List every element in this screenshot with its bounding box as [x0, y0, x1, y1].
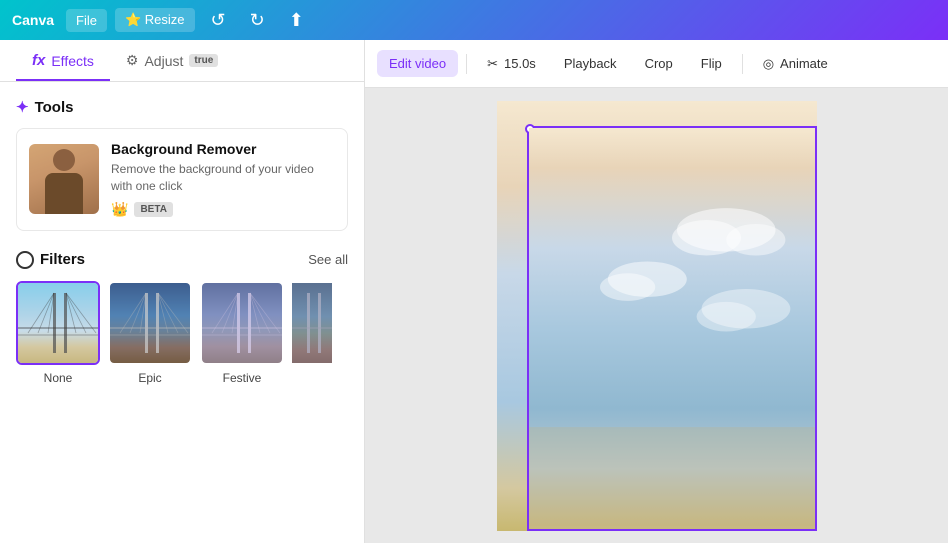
see-all-link[interactable]: See all	[308, 252, 348, 267]
filter-thumb-epic[interactable]	[108, 281, 192, 365]
undo-button[interactable]: ↺	[203, 6, 234, 35]
filters-header: Filters See all	[16, 251, 348, 269]
background-remover-info: Background Remover Remove the background…	[111, 141, 335, 218]
beta-tag: BETA	[134, 202, 172, 217]
filter-thumb-none[interactable]	[16, 281, 100, 365]
tab-adjust[interactable]: ⚙ Adjust true	[110, 40, 234, 81]
share-button[interactable]: ⬆	[281, 6, 312, 35]
bridge-image-none	[18, 283, 98, 363]
filter-grid: None	[16, 281, 348, 385]
adjust-beta-badge: true	[189, 54, 218, 67]
animate-button[interactable]: ◎ Animate	[751, 50, 840, 78]
clouds-svg	[529, 128, 815, 529]
app-logo: Canva	[12, 12, 54, 28]
main-layout: fx Effects ⚙ Adjust true ✦ Tools	[0, 40, 948, 543]
crown-icon: 👑	[111, 201, 128, 218]
playback-button[interactable]: Playback	[552, 50, 629, 77]
filter-item-festive[interactable]: Festive	[200, 281, 284, 385]
person-silhouette	[42, 149, 87, 214]
filters-label: Filters	[40, 251, 85, 268]
edit-toolbar: Edit video ✂ 15.0s Playback Crop Flip ◎ …	[365, 40, 948, 88]
person-head	[53, 149, 75, 171]
person-body	[45, 173, 83, 214]
background-remover-image	[29, 144, 99, 214]
canvas-area: Edit video ✂ 15.0s Playback Crop Flip ◎ …	[365, 40, 948, 543]
background-remover-card[interactable]: Background Remover Remove the background…	[16, 128, 348, 231]
tools-label: Tools	[35, 99, 74, 116]
filter-item-none[interactable]: None	[16, 281, 100, 385]
left-panel: fx Effects ⚙ Adjust true ✦ Tools	[0, 40, 365, 543]
resize-button[interactable]: ⭐ Resize	[115, 8, 195, 32]
toolbar-divider-1	[466, 54, 467, 74]
bridge-image-festive	[202, 283, 282, 363]
tools-section-title: ✦ Tools	[16, 98, 348, 116]
filter-thumb-4[interactable]	[292, 281, 332, 365]
filter-label-epic: Epic	[138, 371, 161, 385]
tab-effects[interactable]: fx Effects	[16, 40, 110, 81]
filter-thumb-festive[interactable]	[200, 281, 284, 365]
canvas-workspace[interactable]	[365, 88, 948, 543]
animate-icon: ◎	[763, 56, 774, 72]
cut-button[interactable]: ✂ 15.0s	[475, 50, 548, 78]
filter-item-4[interactable]	[292, 281, 332, 385]
filter-item-epic[interactable]: Epic	[108, 281, 192, 385]
crop-button[interactable]: Crop	[633, 50, 685, 77]
toolbar-divider-2	[742, 54, 743, 74]
edit-video-button[interactable]: Edit video	[377, 50, 458, 77]
background-remover-title: Background Remover	[111, 141, 335, 157]
panel-tabs: fx Effects ⚙ Adjust true	[0, 40, 364, 82]
adjust-icon: ⚙	[126, 52, 139, 69]
file-button[interactable]: File	[66, 9, 107, 32]
fx-icon: fx	[32, 52, 45, 69]
top-bar: Canva File ⭐ Resize ↺ ↻ ⬆	[0, 0, 948, 40]
bridge-image-4	[292, 283, 332, 365]
animate-label: Animate	[780, 56, 828, 71]
filter-label-none: None	[44, 371, 73, 385]
sky-photo	[529, 128, 815, 529]
flip-button[interactable]: Flip	[689, 50, 734, 77]
filter-label-festive: Festive	[223, 371, 262, 385]
background-remover-desc: Remove the background of your video with…	[111, 161, 335, 195]
canvas-content	[497, 101, 817, 531]
panel-content: ✦ Tools Background Remover Remove the ba…	[0, 82, 364, 543]
bridge-image-epic	[110, 283, 190, 363]
cut-label: 15.0s	[504, 56, 536, 71]
filters-icon	[16, 251, 34, 269]
filters-section-title: Filters	[16, 251, 85, 269]
tools-icon: ✦	[16, 98, 29, 116]
redo-button[interactable]: ↻	[242, 6, 273, 35]
adjust-label: Adjust	[144, 53, 183, 69]
background-remover-badges: 👑 BETA	[111, 201, 335, 218]
scissors-icon: ✂	[487, 56, 498, 72]
effects-label: Effects	[51, 53, 94, 69]
